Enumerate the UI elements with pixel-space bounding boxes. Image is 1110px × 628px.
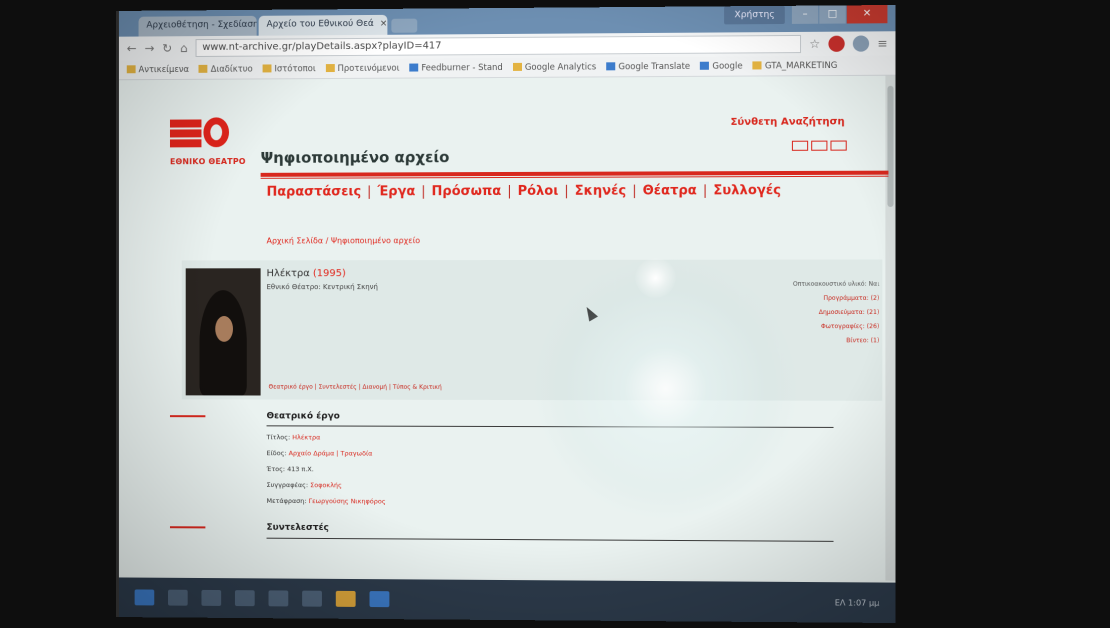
advanced-search-link[interactable]: Σύνθετη Αναζήτηση <box>730 116 844 128</box>
reload-icon[interactable]: ↻ <box>162 41 172 55</box>
section-divider <box>267 538 834 542</box>
folder-icon[interactable] <box>336 591 356 607</box>
font-size-button[interactable] <box>792 141 808 151</box>
taskbar-app-icon[interactable] <box>269 590 289 606</box>
os-taskbar: ΕΛ 1:07 μμ <box>119 577 896 623</box>
maximize-button[interactable]: □ <box>819 5 845 23</box>
main-menu: Παραστάσεις | Έργα | Πρόσωπα | Ρόλοι | Σκηνέ… <box>267 183 781 200</box>
field-author-value[interactable]: Σοφοκλής <box>310 481 342 489</box>
menu-item-performances[interactable]: Παραστάσεις <box>267 184 362 199</box>
page-title: Ψηφιοποιημένο αρχείο <box>261 148 450 167</box>
tab-label: Αρχειοθέτηση - Σχεδίαση <box>146 20 256 31</box>
scrollbar-thumb[interactable] <box>887 86 893 207</box>
field-year-value: 413 π.Χ. <box>287 465 314 473</box>
brand-name: ΕΘΝΙΚΟ ΘΕΑΤΡΟ <box>170 157 246 166</box>
performance-photo[interactable] <box>186 268 261 395</box>
taskbar-app-icon[interactable] <box>302 591 322 607</box>
extension-icon[interactable] <box>853 35 869 51</box>
forward-icon[interactable]: → <box>144 41 154 55</box>
field-translation-value[interactable]: Γεωργούσης Νικηφόρος <box>309 497 386 505</box>
stat-av: Οπτικοακουστικό υλικό: Ναι <box>793 278 879 292</box>
bookmark-item[interactable]: Google Analytics <box>513 62 596 73</box>
back-icon[interactable]: ← <box>127 42 137 56</box>
system-tray-clock[interactable]: ΕΛ 1:07 μμ <box>835 598 880 607</box>
page-scrollbar[interactable] <box>885 76 895 581</box>
bookmark-item[interactable]: Google <box>700 61 742 71</box>
browser-tab-1[interactable]: Αρχειοθέτηση - Σχεδίαση× <box>139 16 257 37</box>
field-genre-value[interactable]: Αρχαίο Δράμα | Τραγωδία <box>289 449 373 457</box>
print-button[interactable] <box>811 141 827 151</box>
new-tab-button[interactable] <box>391 19 417 33</box>
start-icon[interactable] <box>135 589 155 605</box>
field-title: Τίτλος: Ηλέκτρα <box>267 433 321 441</box>
bookmark-item[interactable]: Προτεινόμενοι <box>326 63 400 73</box>
taskbar-app-icon[interactable] <box>201 590 221 606</box>
side-marker <box>170 415 205 417</box>
taskbar-app-icon[interactable] <box>235 590 255 606</box>
projected-screen: Αρχειοθέτηση - Σχεδίαση× Αρχείο του Εθνι… <box>116 5 896 623</box>
taskbar-app-icon[interactable] <box>168 590 188 606</box>
bookmark-item[interactable]: Διαδίκτυο <box>199 64 253 74</box>
menu-item-roles[interactable]: Ρόλοι <box>518 184 559 199</box>
projector-hotspot <box>635 258 675 298</box>
field-year: Έτος: 413 π.Χ. <box>267 465 314 473</box>
bookmark-item[interactable]: Αντικείμενα <box>127 64 189 74</box>
taskbar-app-icon[interactable] <box>370 591 390 607</box>
work-title-text: Ηλέκτρα <box>267 268 310 279</box>
section-title-play: Θεατρικό έργο <box>267 411 340 421</box>
profile-button[interactable]: Χρήστης <box>724 6 784 25</box>
stat-videos[interactable]: Βίντεο: (1) <box>793 334 879 348</box>
bookmark-item[interactable]: Feedburner - Stand <box>409 62 502 73</box>
bookmark-star-icon[interactable]: ☆ <box>809 37 820 51</box>
stat-photos[interactable]: Φωτογραφίες: (26) <box>793 320 879 334</box>
national-theatre-logo[interactable] <box>170 117 229 147</box>
bookmark-item[interactable]: GTA_MARKETING <box>753 60 838 71</box>
field-genre: Είδος: Αρχαίο Δράμα | Τραγωδία <box>267 449 373 457</box>
menu-item-stages[interactable]: Σκηνές <box>575 184 626 199</box>
browser-tab-2[interactable]: Αρχείο του Εθνικού Θεά × <box>259 15 388 36</box>
menu-icon[interactable]: ≡ <box>877 36 887 50</box>
bookmark-item[interactable]: Google Translate <box>606 61 690 72</box>
work-summary-panel <box>182 259 883 400</box>
minimize-button[interactable]: – <box>792 6 818 24</box>
work-venue: Εθνικό Θέατρο: Κεντρική Σκηνή <box>267 283 378 291</box>
browser-tabbar: Αρχειοθέτηση - Σχεδίαση× Αρχείο του Εθνι… <box>119 5 896 37</box>
media-stats: Οπτικοακουστικό υλικό: Ναι Προγράμματα: … <box>793 278 879 349</box>
extension-icon[interactable] <box>828 36 844 52</box>
section-title-credits: Συντελεστές <box>267 523 329 533</box>
side-marker <box>170 526 205 528</box>
field-translation: Μετάφραση: Γεωργούσης Νικηφόρος <box>267 497 386 506</box>
stat-articles[interactable]: Δημοσιεύματα: (21) <box>793 306 879 320</box>
share-button[interactable] <box>830 141 846 151</box>
url-input[interactable]: www.nt-archive.gr/playDetails.aspx?playI… <box>195 35 801 57</box>
work-year-link[interactable]: (1995) <box>313 268 346 279</box>
menu-item-theatres[interactable]: Θέατρα <box>643 183 697 198</box>
stat-programs[interactable]: Προγράμματα: (2) <box>793 292 879 306</box>
menu-item-persons[interactable]: Πρόσωπα <box>432 184 502 199</box>
breadcrumb[interactable]: Αρχική Σελίδα / Ψηφιοποιημένο αρχείο <box>267 236 421 245</box>
home-icon[interactable]: ⌂ <box>180 41 187 55</box>
window-controls: Χρήστης – □ ✕ <box>724 5 887 24</box>
menu-item-collections[interactable]: Συλλογές <box>713 183 781 198</box>
menu-item-works[interactable]: Έργα <box>377 184 415 199</box>
work-section-links[interactable]: Θεατρικό έργο | Συντελεστές | Διανομή | … <box>269 384 442 391</box>
field-author: Συγγραφέας: Σοφοκλής <box>267 481 342 489</box>
close-window-button[interactable]: ✕ <box>847 5 888 23</box>
field-title-value[interactable]: Ηλέκτρα <box>292 433 320 441</box>
web-page: ΕΘΝΙΚΟ ΘΕΑΤΡΟ Σύνθετη Αναζήτηση Ψηφιοποι… <box>119 76 896 581</box>
work-title: Ηλέκτρα (1995) <box>267 268 346 279</box>
close-tab-icon[interactable]: × <box>380 19 387 29</box>
section-divider <box>267 425 834 428</box>
bookmark-item[interactable]: Ιστότοποι <box>263 64 316 74</box>
tab-label: Αρχείο του Εθνικού Θεά <box>267 19 374 30</box>
page-tools <box>792 141 847 151</box>
